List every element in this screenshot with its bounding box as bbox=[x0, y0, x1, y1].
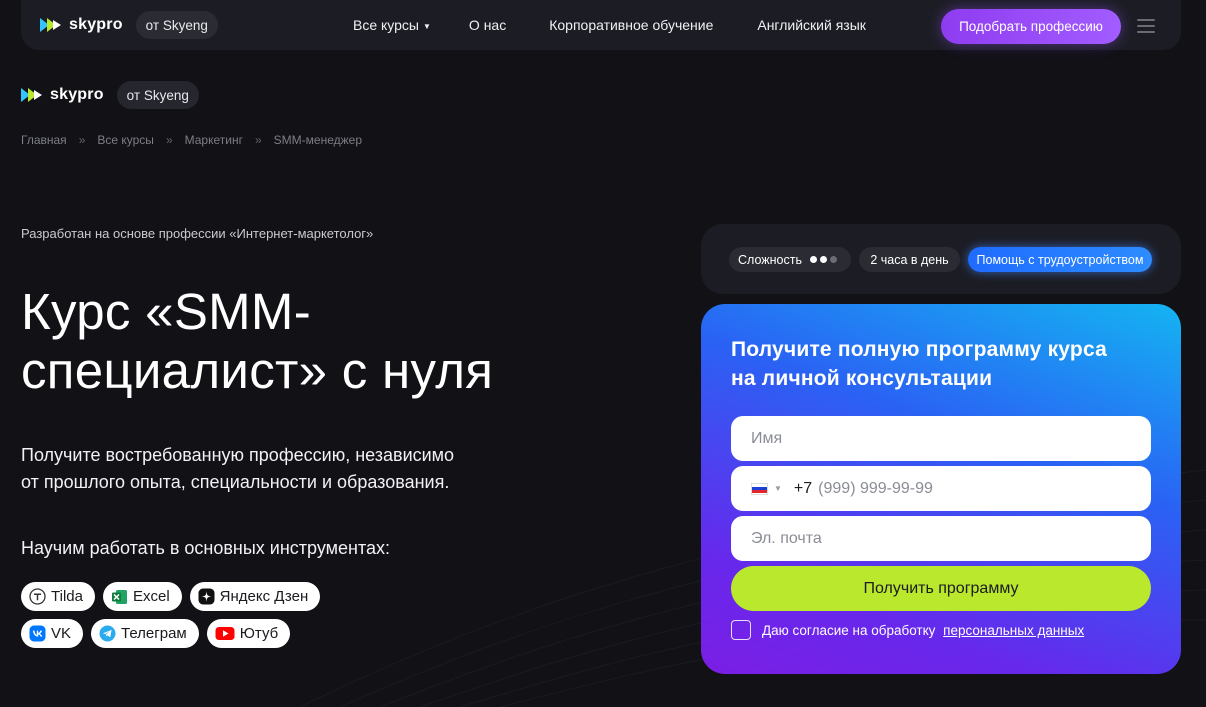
form-title-line-1: Получите полную программу курса bbox=[731, 338, 1107, 361]
course-badges: Сложность 2 часа в день Помощь с трудоус… bbox=[701, 224, 1181, 294]
tool-chip-excel: Excel bbox=[102, 582, 182, 611]
consultation-form: Получите полную программу курса на лично… bbox=[701, 304, 1181, 674]
dzen-icon bbox=[198, 588, 215, 605]
form-title: Получите полную программу курса на лично… bbox=[731, 335, 1161, 393]
hero-description-line-1: Получите востребованную профессию, незав… bbox=[21, 445, 455, 465]
choose-profession-button[interactable]: Подобрать профессию bbox=[941, 9, 1121, 44]
breadcrumb: Главная » Все курсы » Маркетинг » SMM-ме… bbox=[21, 133, 362, 147]
tool-label: Ютуб bbox=[239, 625, 279, 642]
top-navbar: skypro от Skyeng Все курсы ▼ О нас Корпо… bbox=[21, 0, 1181, 50]
menu-icon[interactable] bbox=[1137, 19, 1155, 33]
skypro-logo-icon bbox=[21, 88, 42, 102]
main-nav: Все курсы ▼ О нас Корпоративное обучение… bbox=[353, 0, 866, 50]
complexity-dot-empty bbox=[829, 256, 837, 263]
based-on-note: Разработан на основе профессии «Интернет… bbox=[21, 226, 374, 241]
tool-chip-youtube: Ютуб bbox=[206, 619, 291, 648]
nav-english[interactable]: Английский язык bbox=[757, 17, 866, 33]
email-field-wrapper bbox=[731, 516, 1151, 561]
complexity-badge: Сложность bbox=[729, 247, 851, 272]
breadcrumb-separator: » bbox=[165, 133, 173, 147]
breadcrumb-separator: » bbox=[78, 133, 86, 147]
phone-prefix: +7 bbox=[793, 479, 813, 497]
consent-checkbox[interactable] bbox=[731, 620, 751, 640]
tool-label: Яндекс Дзен bbox=[219, 588, 309, 605]
tools-row-1: Tilda Excel Яндекс Дзен bbox=[21, 582, 321, 611]
tools-heading: Научим работать в основных инструментах: bbox=[21, 538, 391, 558]
nav-about[interactable]: О нас bbox=[469, 17, 506, 33]
country-select[interactable]: ▼ bbox=[751, 466, 782, 511]
tilda-icon bbox=[29, 588, 46, 605]
logo-text: skypro bbox=[69, 16, 123, 33]
get-program-button[interactable]: Получить программу bbox=[731, 566, 1151, 611]
nav-all-courses[interactable]: Все курсы ▼ bbox=[353, 17, 431, 33]
hero-description-line-2: от прошлого опыта, специальности и образ… bbox=[21, 472, 450, 492]
hero-description: Получите востребованную профессию, незав… bbox=[21, 442, 561, 496]
consent-row: Даю согласие на обработку персональных д… bbox=[731, 620, 1084, 640]
breadcrumb-separator: » bbox=[254, 133, 262, 147]
name-input[interactable] bbox=[731, 416, 1151, 461]
vk-icon bbox=[29, 625, 46, 642]
tool-chip-telegram: Телеграм bbox=[91, 619, 199, 648]
breadcrumb-all-courses[interactable]: Все курсы bbox=[97, 133, 154, 147]
telegram-icon bbox=[99, 625, 116, 642]
form-title-line-2: на личной консультации bbox=[731, 367, 993, 390]
header-logo[interactable]: skypro от Skyeng bbox=[40, 11, 218, 39]
page-title-line-2: специалист» с нуля bbox=[21, 342, 494, 399]
nav-corporate[interactable]: Корпоративное обучение bbox=[549, 17, 713, 33]
consent-text: Даю согласие на обработку персональных д… bbox=[762, 623, 1084, 638]
tool-label: Excel bbox=[132, 588, 170, 605]
nav-all-courses-label: Все курсы bbox=[353, 17, 419, 33]
tool-chip-vk: VK bbox=[21, 619, 84, 648]
complexity-dots bbox=[809, 256, 837, 263]
job-help-badge: Помощь с трудоустройством bbox=[968, 247, 1152, 272]
complexity-dot-filled bbox=[819, 256, 827, 263]
tools-row-2: VK Телеграм Ютуб bbox=[21, 619, 291, 648]
page-title: Курс «SMM- специалист» с нуля bbox=[21, 282, 621, 400]
phone-field-wrapper: ▼ +7 bbox=[731, 466, 1151, 511]
excel-icon bbox=[111, 589, 127, 604]
tool-label: Tilda bbox=[51, 588, 83, 605]
russia-flag-icon bbox=[751, 482, 768, 495]
youtube-icon bbox=[215, 627, 235, 640]
from-skyeng-badge: от Skyeng bbox=[135, 11, 218, 39]
skypro-logo-icon bbox=[40, 18, 61, 32]
tool-label: Телеграм bbox=[121, 625, 187, 642]
breadcrumb-home[interactable]: Главная bbox=[21, 133, 67, 147]
consent-label: Даю согласие на обработку bbox=[762, 622, 936, 638]
name-field-wrapper bbox=[731, 416, 1151, 461]
complexity-dot-filled bbox=[809, 256, 817, 263]
email-input[interactable] bbox=[731, 516, 1151, 561]
page-logo[interactable]: skypro от Skyeng bbox=[21, 81, 199, 109]
complexity-label: Сложность bbox=[738, 252, 802, 267]
phone-input[interactable] bbox=[812, 466, 1151, 511]
breadcrumb-current: SMM-менеджер bbox=[273, 133, 362, 147]
tool-label: VK bbox=[51, 625, 72, 642]
tool-chip-dzen: Яндекс Дзен bbox=[189, 582, 321, 611]
caret-down-icon: ▼ bbox=[774, 484, 782, 493]
logo-text: skypro bbox=[50, 86, 104, 103]
personal-data-link[interactable]: персональных данных bbox=[943, 623, 1084, 638]
from-skyeng-badge: от Skyeng bbox=[116, 81, 199, 109]
hours-badge: 2 часа в день bbox=[859, 247, 960, 272]
tool-chip-tilda: Tilda bbox=[21, 582, 95, 611]
breadcrumb-marketing[interactable]: Маркетинг bbox=[185, 133, 243, 147]
caret-down-icon: ▼ bbox=[423, 21, 431, 31]
page-title-line-1: Курс «SMM- bbox=[21, 283, 311, 340]
